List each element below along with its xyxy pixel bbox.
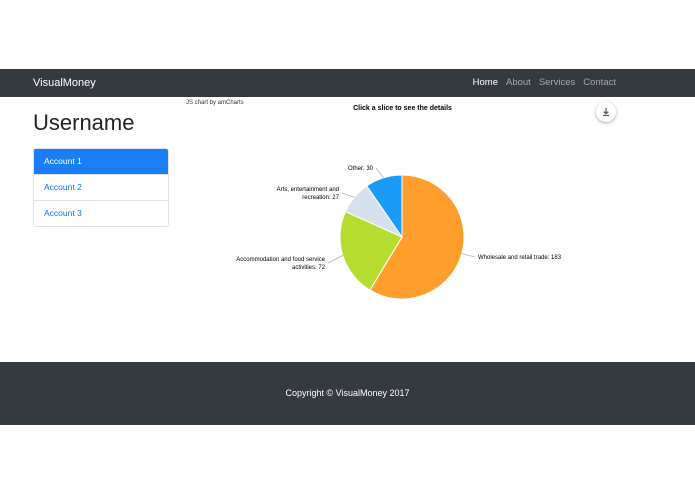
footer: Copyright © VisualMoney 2017 (0, 362, 695, 425)
navbar: VisualMoney Home About Services Contact (0, 69, 695, 97)
pie-leader-line-4 (375, 167, 384, 178)
pie-label-4: Other: 30 (348, 166, 374, 172)
pie-chart: Wholesale and retail trade: 183 Accommoda… (236, 166, 562, 300)
pie-label-1: Wholesale and retail trade: 183 (478, 255, 562, 261)
footer-copyright: Copyright © VisualMoney 2017 (285, 388, 410, 398)
nav-link-contact[interactable]: Contact (583, 69, 616, 97)
pie-leader-line-2 (327, 255, 343, 264)
nav-link-services[interactable]: Services (539, 69, 575, 97)
pie-label-3: Arts, entertainment and recreation: 27 (277, 187, 340, 201)
brand-link[interactable]: VisualMoney (33, 69, 96, 97)
pie-leader-line-1 (461, 253, 476, 258)
pie-label-2: Accommodation and food service activities… (236, 257, 325, 271)
nav-links: Home About Services Contact (465, 69, 616, 97)
nav-link-about[interactable]: About (506, 69, 531, 97)
nav-link-home[interactable]: Home (473, 69, 498, 97)
pie-leader-line-3 (341, 192, 355, 198)
